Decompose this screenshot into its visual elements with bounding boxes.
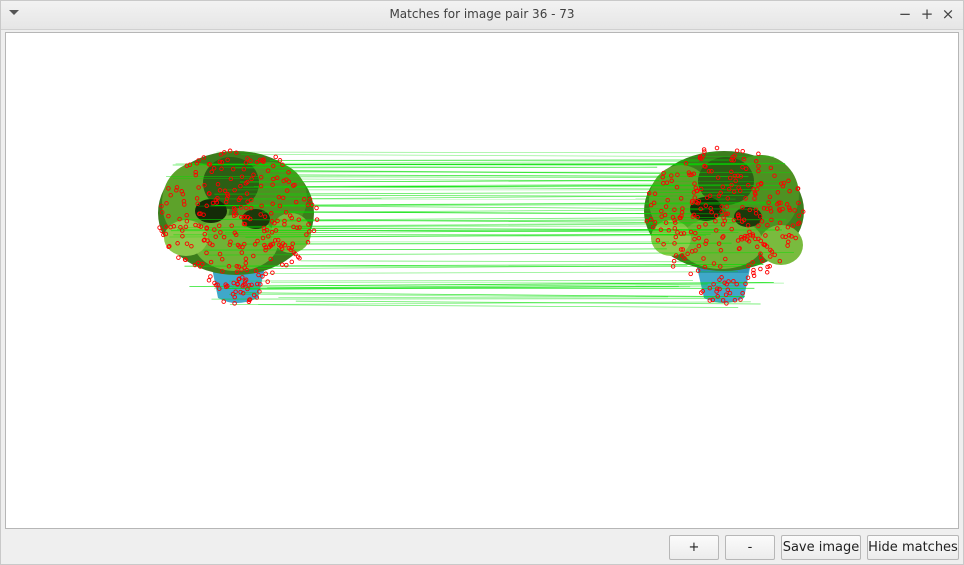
window-title: Matches for image pair 36 - 73 xyxy=(389,7,575,21)
zoom-in-button[interactable]: + xyxy=(669,535,719,560)
maximize-button[interactable]: + xyxy=(918,5,936,23)
match-line xyxy=(216,151,718,154)
match-image-canvas[interactable] xyxy=(5,32,959,529)
keypoint xyxy=(208,274,213,279)
keypoint xyxy=(176,255,181,260)
matches-window: Matches for image pair 36 - 73 − + × + -… xyxy=(0,0,964,565)
keypoint xyxy=(265,279,270,284)
close-button[interactable]: × xyxy=(939,5,957,23)
keypoint xyxy=(671,258,677,264)
match-line xyxy=(229,280,694,282)
save-image-button[interactable]: Save image xyxy=(781,535,861,560)
match-line xyxy=(282,209,705,213)
keypoint xyxy=(206,278,212,283)
match-line xyxy=(211,298,726,300)
zoom-out-button[interactable]: - xyxy=(725,535,775,560)
match-line xyxy=(278,296,669,299)
match-line xyxy=(229,304,739,308)
keypoint xyxy=(714,145,720,151)
hide-matches-button[interactable]: Hide matches xyxy=(867,535,959,560)
title-bar[interactable]: Matches for image pair 36 - 73 − + × xyxy=(1,1,963,30)
keypoint xyxy=(289,259,295,265)
keypoint xyxy=(756,151,761,157)
keypoint xyxy=(270,270,275,275)
keypoint xyxy=(758,266,763,272)
keypoint xyxy=(273,154,278,160)
match-line xyxy=(265,271,739,274)
keypoint xyxy=(688,271,693,277)
minimize-button[interactable]: − xyxy=(896,5,914,23)
keypoint xyxy=(314,205,319,211)
keypoint xyxy=(740,148,745,154)
keypoint xyxy=(764,270,770,275)
match-line xyxy=(300,260,703,263)
